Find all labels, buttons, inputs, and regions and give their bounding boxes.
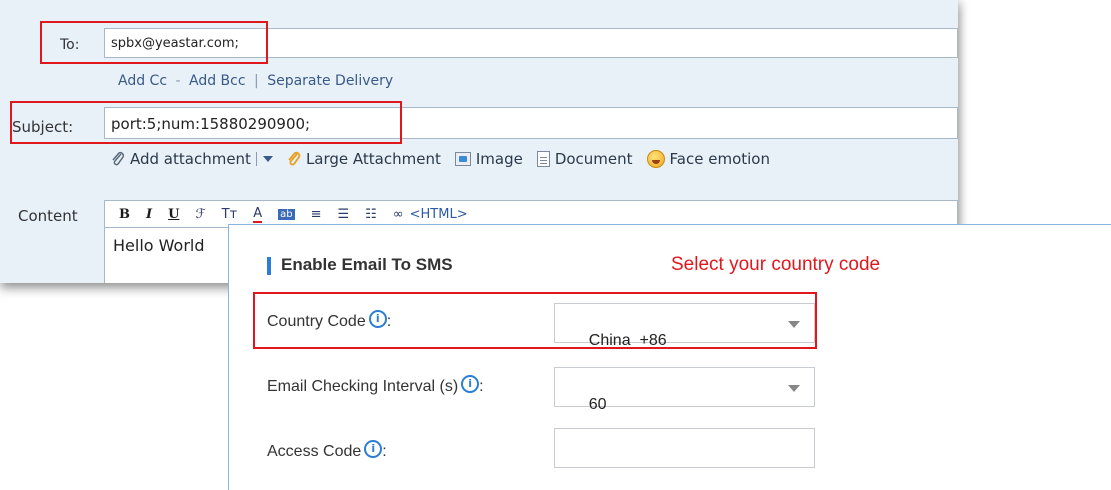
font-size-icon[interactable]: Tт [222, 207, 238, 222]
info-icon[interactable]: i [364, 440, 383, 458]
attachment-divider [255, 152, 257, 166]
to-highlight-box [40, 21, 268, 64]
email-to-sms-settings: Enable Email To SMS Select your country … [228, 224, 1111, 490]
face-emotion-button[interactable]: Face emotion [646, 150, 770, 168]
large-attachment-icon [288, 151, 301, 166]
subject-highlight-box [10, 101, 402, 144]
dropdown-arrow-icon[interactable] [262, 156, 273, 162]
document-button[interactable]: Document [536, 150, 633, 168]
clear-format-icon[interactable]: ℱ [195, 207, 205, 222]
cc-divider: | [254, 73, 259, 89]
email-interval-select[interactable]: 60 [554, 367, 815, 413]
access-code-colon: : [382, 443, 387, 460]
access-code-input[interactable] [554, 428, 815, 468]
cc-links: Add Cc - Add Bcc | Separate Delivery [118, 73, 393, 89]
image-icon [454, 152, 471, 166]
font-color-icon[interactable]: A [253, 206, 263, 223]
attachment-bar: Add attachment Large Attachment Image Do… [111, 150, 784, 168]
email-interval-value: 60 [588, 396, 607, 413]
numbered-list-icon[interactable]: ☷ [365, 207, 377, 222]
add-bcc-link[interactable]: Add Bcc [189, 73, 246, 89]
bold-button[interactable]: B [119, 207, 130, 222]
bullet-list-icon[interactable]: ☰ [337, 207, 349, 222]
image-button[interactable]: Image [454, 150, 523, 168]
country-code-highlight-box [253, 292, 817, 349]
country-code-hint: Select your country code [671, 254, 881, 275]
underline-button[interactable]: U [168, 207, 179, 222]
large-attachment-label: Large Attachment [305, 150, 441, 168]
select-caret-icon [788, 385, 800, 392]
email-interval-label-text: Email Checking Interval (s) [267, 378, 459, 395]
face-emotion-icon [646, 150, 665, 168]
add-attachment-button[interactable]: Add attachment [111, 150, 273, 168]
add-attachment-label: Add attachment [130, 150, 251, 168]
email-interval-colon: : [479, 378, 484, 395]
document-label: Document [554, 150, 633, 168]
highlight-icon[interactable]: ab [278, 208, 295, 220]
italic-button[interactable]: I [146, 207, 152, 222]
html-mode-button[interactable]: <HTML> [410, 207, 468, 222]
face-emotion-label: Face emotion [669, 150, 770, 168]
add-cc-link[interactable]: Add Cc [118, 73, 167, 89]
document-icon [536, 151, 550, 167]
section-title: Enable Email To SMS [267, 255, 453, 275]
align-icon[interactable]: ≡ [311, 207, 322, 222]
separate-delivery-link[interactable]: Separate Delivery [267, 73, 393, 89]
paperclip-icon [112, 151, 125, 166]
content-label: Content [18, 207, 78, 225]
access-code-label-text: Access Code [267, 443, 362, 460]
link-icon[interactable]: ∞ [393, 207, 404, 222]
cc-dash: - [175, 73, 181, 89]
email-interval-label: Email Checking Interval (s) i : [267, 375, 484, 396]
image-label: Image [475, 150, 523, 168]
access-code-label: Access Code i : [267, 440, 387, 461]
info-icon[interactable]: i [461, 375, 480, 393]
large-attachment-button[interactable]: Large Attachment [287, 150, 441, 168]
